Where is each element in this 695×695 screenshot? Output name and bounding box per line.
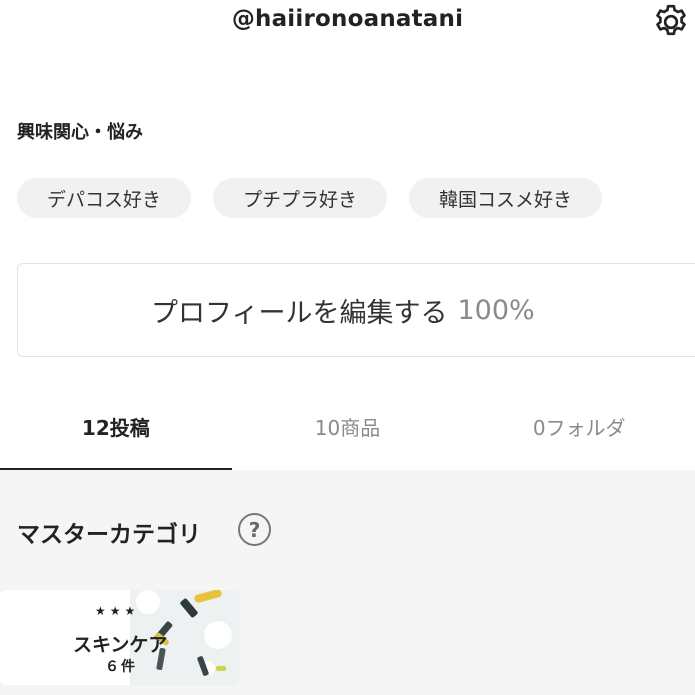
master-category-title: マスターカテゴリ (17, 522, 201, 548)
category-name: スキンケア (73, 634, 168, 656)
interests-title: 興味関心・悩み (17, 122, 143, 143)
username: @haiironoanatani (231, 6, 464, 32)
interest-tag[interactable]: プチプラ好き (213, 178, 388, 218)
category-count: ６件 (105, 659, 137, 675)
profile-tabs: 12投稿 10商品 0フォルダ (0, 382, 695, 470)
profile-completion: 100% (457, 294, 535, 326)
edit-profile-button[interactable]: プロフィールを編集する 100% (17, 263, 695, 357)
rating-stars: ★★★ (95, 604, 140, 618)
profile-header: @haiironoanatani (0, 0, 695, 50)
interest-tags: デパコス好き プチプラ好き 韓国コスメ好き (17, 178, 603, 218)
interest-tag[interactable]: デパコス好き (17, 178, 192, 218)
gear-icon (656, 4, 686, 36)
tab-folders[interactable]: 0フォルダ (463, 382, 695, 470)
category-card-skincare[interactable]: ★★★ スキンケア ６件 (0, 590, 240, 685)
question-circle-icon[interactable]: ? (238, 513, 271, 546)
tab-content: マスターカテゴリ ? ★★★ スキンケア ６件 (0, 470, 695, 695)
tab-products[interactable]: 10商品 (232, 382, 464, 470)
settings-button[interactable] (649, 0, 693, 44)
edit-profile-label: プロフィールを編集する (151, 297, 448, 329)
interest-tag[interactable]: 韓国コスメ好き (409, 178, 603, 218)
tab-posts[interactable]: 12投稿 (0, 382, 232, 470)
